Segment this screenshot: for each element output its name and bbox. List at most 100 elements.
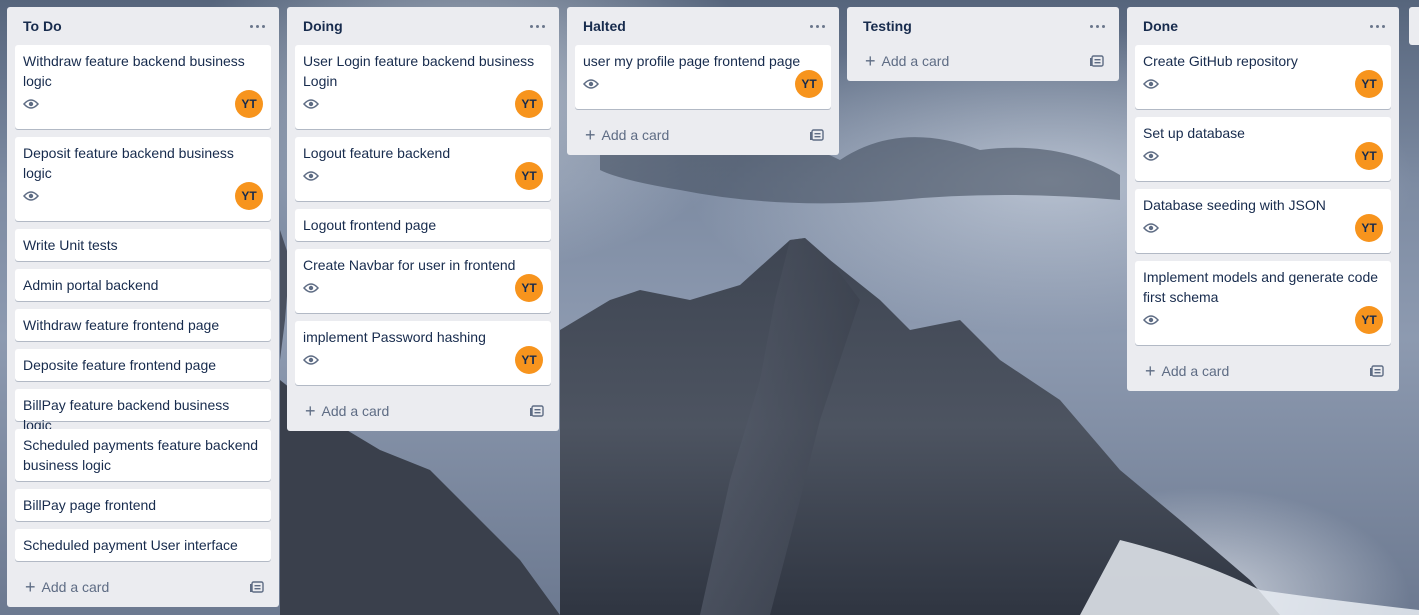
template-icon[interactable] [1089, 53, 1105, 69]
card[interactable]: Withdraw feature frontend page [15, 309, 271, 341]
card-title: Withdraw feature backend business logic [23, 53, 245, 89]
plus-icon: + [305, 401, 316, 421]
card[interactable]: User Login feature backend business Logi… [295, 45, 551, 129]
card[interactable]: Database seeding with JSON YT [1135, 189, 1391, 253]
card-title: implement Password hashing [303, 329, 486, 345]
eye-icon [23, 186, 43, 206]
card-list: Create GitHub repository YT Set up datab… [1127, 45, 1399, 345]
card-title: Deposit feature backend business logic [23, 145, 234, 181]
add-list-stub[interactable] [1409, 7, 1419, 45]
list-footer: + Add a card [1127, 351, 1399, 391]
eye-icon [303, 94, 323, 114]
ellipsis-icon[interactable] [245, 16, 269, 36]
board: To Do Withdraw feature backend business … [7, 7, 1419, 615]
card-title: Logout frontend page [303, 217, 437, 233]
list-footer: + Add a card [847, 41, 1119, 81]
template-icon[interactable] [249, 579, 265, 595]
avatar[interactable]: YT [515, 90, 543, 118]
card-title: user my profile page frontend page [583, 53, 801, 69]
add-card-label: Add a card [1161, 363, 1230, 379]
card-title: Set up database [1143, 125, 1245, 141]
card[interactable]: user my profile page frontend page YT [575, 45, 831, 109]
eye-icon [303, 166, 323, 186]
card-title: Database seeding with JSON [1143, 197, 1326, 213]
list-title[interactable]: Testing [863, 18, 912, 34]
plus-icon: + [25, 577, 36, 597]
card-list: user my profile page frontend page YT [567, 45, 839, 109]
card[interactable]: Logout frontend page [295, 209, 551, 241]
card[interactable]: Logout feature backend YT [295, 137, 551, 201]
card[interactable]: Withdraw feature backend business logic … [15, 45, 271, 129]
add-card-button[interactable]: + Add a card [305, 401, 390, 421]
list-title[interactable]: Done [1143, 18, 1178, 34]
eye-icon [1143, 74, 1163, 94]
card-title: Create Navbar for user in frontend [303, 257, 516, 273]
card[interactable]: Scheduled payments feature backend busin… [15, 429, 271, 481]
card-badges: YT [303, 274, 543, 302]
list-title[interactable]: To Do [23, 18, 62, 34]
card[interactable]: Deposite feature frontend page [15, 349, 271, 381]
add-card-button[interactable]: + Add a card [25, 577, 109, 597]
avatar[interactable]: YT [1355, 70, 1383, 98]
card-badges: YT [303, 90, 543, 118]
list-header: Testing [847, 7, 1119, 45]
plus-icon: + [865, 51, 876, 71]
card[interactable]: Implement models and generate code first… [1135, 261, 1391, 345]
eye-icon [1143, 146, 1163, 166]
list-header: Doing [287, 7, 559, 45]
avatar[interactable]: YT [235, 90, 263, 118]
list-title[interactable]: Halted [583, 18, 626, 34]
plus-icon: + [585, 125, 596, 145]
card[interactable]: Admin portal backend [15, 269, 271, 301]
avatar[interactable]: YT [1355, 214, 1383, 242]
eye-icon [1143, 310, 1163, 330]
plus-icon: + [1145, 361, 1156, 381]
list-header: Halted [567, 7, 839, 45]
card[interactable]: Write Unit tests [15, 229, 271, 261]
card[interactable]: Create GitHub repository YT [1135, 45, 1391, 109]
ellipsis-icon[interactable] [1085, 16, 1109, 36]
card[interactable]: Set up database YT [1135, 117, 1391, 181]
list-testing: Testing + Add a card [847, 7, 1119, 81]
card-title: BillPay page frontend [23, 497, 157, 513]
template-icon[interactable] [1369, 363, 1385, 379]
template-icon[interactable] [529, 403, 545, 419]
card-badges: YT [583, 70, 823, 98]
add-card-button[interactable]: + Add a card [1145, 361, 1230, 381]
card-badges: YT [303, 346, 543, 374]
avatar[interactable]: YT [235, 182, 263, 210]
list-footer: + Add a card [287, 391, 559, 431]
eye-icon [23, 94, 43, 114]
card[interactable]: BillPay page frontend [15, 489, 271, 521]
card-badges: YT [303, 162, 543, 190]
eye-icon [1143, 218, 1163, 238]
avatar[interactable]: YT [515, 162, 543, 190]
add-card-button[interactable]: + Add a card [865, 51, 949, 71]
card-title: Deposite feature frontend page [23, 357, 217, 373]
add-card-button[interactable]: + Add a card [585, 125, 669, 145]
avatar[interactable]: YT [515, 346, 543, 374]
avatar[interactable]: YT [1355, 142, 1383, 170]
card[interactable]: Deposit feature backend business logic Y… [15, 137, 271, 221]
avatar[interactable]: YT [1355, 306, 1383, 334]
card-title: Scheduled payments feature backend busin… [23, 437, 259, 473]
ellipsis-icon[interactable] [805, 16, 829, 36]
ellipsis-icon[interactable] [1365, 16, 1389, 36]
avatar[interactable]: YT [515, 274, 543, 302]
card-title: Withdraw feature frontend page [23, 317, 220, 333]
eye-icon [303, 278, 323, 298]
ellipsis-icon[interactable] [525, 16, 549, 36]
avatar[interactable]: YT [795, 70, 823, 98]
card[interactable]: Scheduled payment User interface [15, 529, 271, 561]
list-halted: Halted user my profile page frontend pag… [567, 7, 839, 155]
card[interactable]: BillPay feature backend business logic [15, 389, 271, 433]
card-badges: YT [23, 182, 263, 210]
list-footer: + Add a card [7, 567, 279, 607]
card-badges: YT [1143, 70, 1383, 98]
add-card-label: Add a card [321, 403, 390, 419]
template-icon[interactable] [809, 127, 825, 143]
list-title[interactable]: Doing [303, 18, 343, 34]
card-title: Write Unit tests [23, 237, 118, 253]
card[interactable]: Create Navbar for user in frontend YT [295, 249, 551, 313]
card[interactable]: implement Password hashing YT [295, 321, 551, 385]
